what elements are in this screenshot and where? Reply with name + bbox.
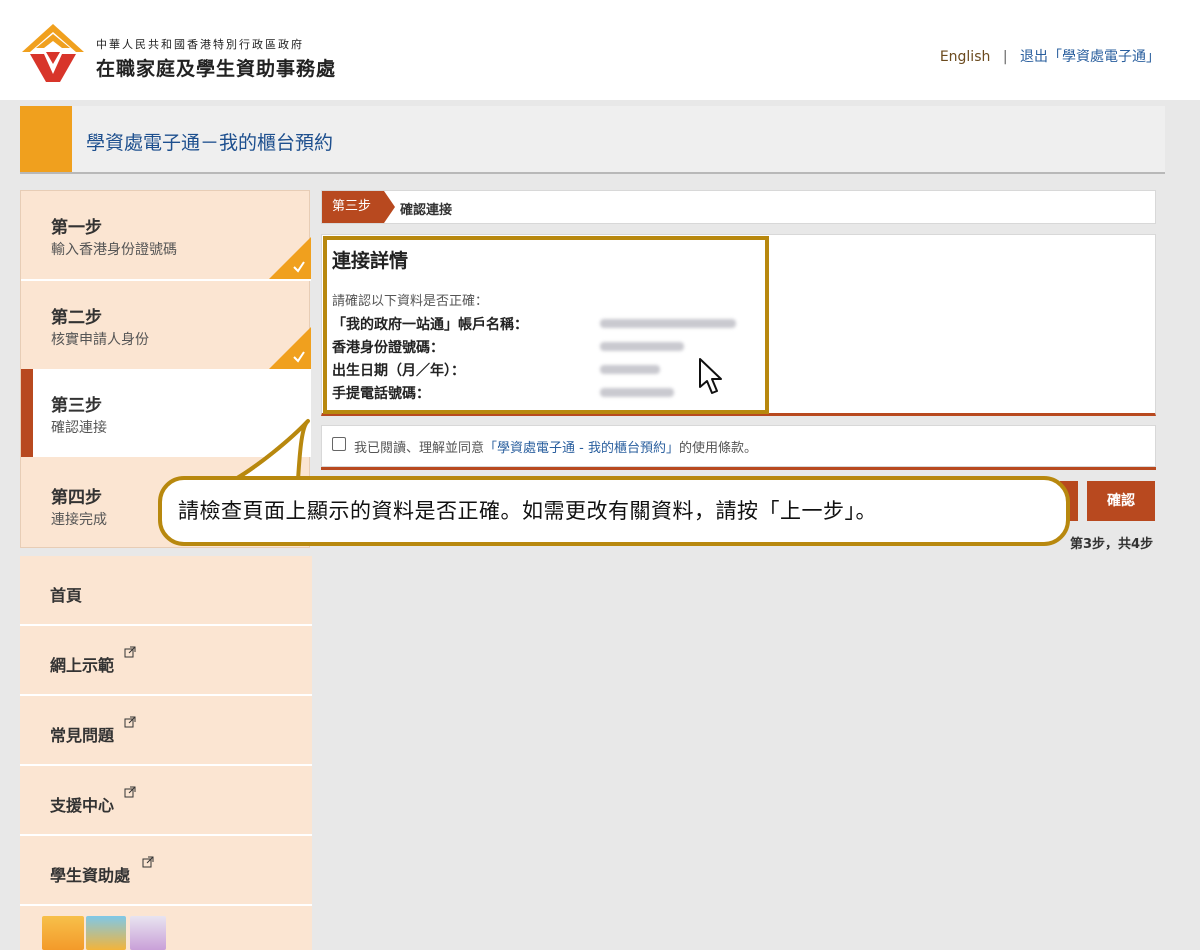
menu-item-home[interactable]: 首頁: [20, 556, 312, 626]
header-links: English | 退出「學資處電子通」: [940, 46, 1160, 66]
mouse-pointer-icon: [699, 358, 722, 394]
page-title: 學資處電子通－我的櫃台預約: [86, 132, 334, 154]
external-link-icon: [142, 856, 154, 868]
menu-item-label: 學生資助處: [50, 866, 131, 885]
publication-thumbnail[interactable]: [86, 916, 126, 950]
step-desc: 連接完成: [51, 512, 107, 528]
detail-label-dob: 出生日期（月／年）：: [332, 363, 465, 379]
page-banner: 學資處電子通－我的櫃台預約: [20, 106, 1165, 174]
header: 中華人民共和國香港特別行政區政府 在職家庭及學生資助事務處 English | …: [0, 0, 1200, 100]
detail-label-mobile: 手提電話號碼：: [332, 386, 430, 402]
detail-value-account-name-redacted: [600, 316, 740, 330]
publication-thumbnail[interactable]: [130, 916, 166, 950]
details-intro: 請確認以下資料是否正確：: [332, 294, 489, 309]
org-name: 中華人民共和國香港特別行政區政府 在職家庭及學生資助事務處: [96, 36, 336, 81]
step-2: 第二步 核實申請人身份: [21, 281, 311, 369]
step-title: 第四步: [51, 488, 102, 508]
external-link-icon: [124, 716, 136, 728]
menu-item-online-demo[interactable]: 網上示範: [20, 626, 312, 696]
menu-item-support-centre[interactable]: 支援中心: [20, 766, 312, 836]
confirm-button[interactable]: 確認: [1087, 481, 1155, 521]
publication-thumbnail[interactable]: [42, 916, 84, 950]
step-counter: 第3步，共4步: [1070, 537, 1154, 552]
step-desc: 輸入香港身份證號碼: [51, 242, 177, 258]
step-desc: 確認連接: [51, 420, 107, 436]
external-link-icon: [124, 786, 136, 798]
detail-label-hkid: 香港身份證號碼：: [332, 340, 444, 356]
logout-link[interactable]: 退出「學資處電子通」: [1020, 49, 1160, 65]
menu-item-faq[interactable]: 常見問題: [20, 696, 312, 766]
side-menu: 首頁 網上示範 常見問題 支援中心 學生資助處: [20, 556, 312, 950]
detail-label-account-name: 「我的政府一站通」帳戶名稱：: [332, 317, 528, 333]
link-separator: |: [1002, 49, 1008, 65]
detail-value-hkid-redacted: [600, 339, 740, 353]
wfsfaa-logo-icon[interactable]: [22, 24, 84, 82]
step-header: 第三步 確認連接: [321, 190, 1156, 224]
step-1: 第一步 輸入香港身份證號碼: [21, 191, 311, 279]
details-title: 連接詳情: [332, 250, 409, 272]
callout-text: 請檢查頁面上顯示的資料是否正確。如需更改有關資料，請按「上一步」。: [178, 499, 877, 523]
active-step-bar: [21, 369, 33, 457]
callout-bubble: [158, 419, 1070, 546]
step-desc: 核實申請人身份: [51, 332, 149, 348]
step-header-title: 確認連接: [400, 203, 453, 218]
step-title: 第一步: [51, 218, 102, 238]
step-title: 第二步: [51, 308, 102, 328]
step-done-check-icon: [269, 327, 311, 369]
menu-item-label: 常見問題: [50, 726, 115, 745]
step-title: 第三步: [51, 396, 102, 416]
step-badge-arrow: [384, 191, 395, 223]
menu-item-sfo[interactable]: 學生資助處: [20, 836, 312, 906]
menu-item-label: 支援中心: [50, 796, 115, 815]
english-link[interactable]: English: [940, 49, 991, 65]
org-name-sub: 中華人民共和國香港特別行政區政府: [96, 38, 304, 51]
menu-item-label: 網上示範: [50, 656, 115, 675]
external-link-icon: [124, 646, 136, 658]
menu-item-label: 首頁: [50, 586, 83, 605]
org-name-main: 在職家庭及學生資助事務處: [96, 58, 337, 80]
step-number-badge: 第三步: [322, 191, 384, 223]
banner-accent: [20, 106, 72, 172]
step-done-check-icon: [269, 237, 311, 279]
